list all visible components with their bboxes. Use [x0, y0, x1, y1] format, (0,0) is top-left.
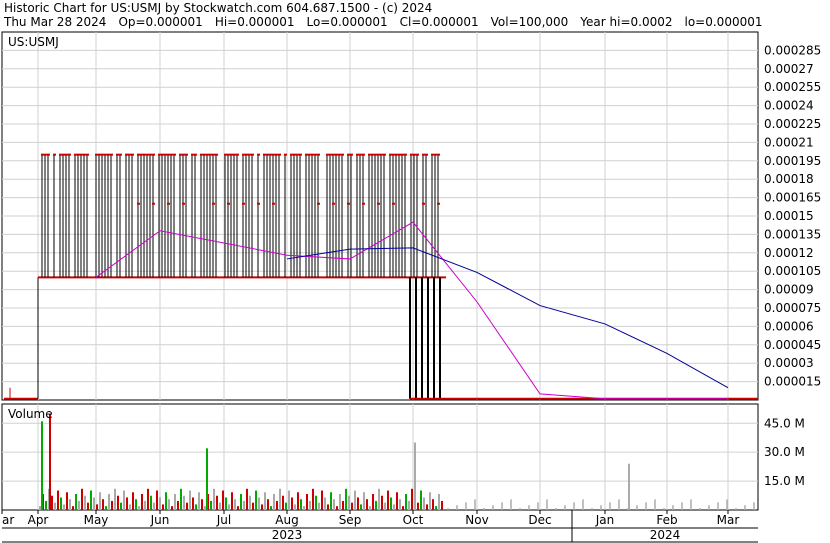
price-tick-label: 0.000135 [764, 227, 821, 241]
volume-tick-label: 15.0 M [764, 474, 805, 488]
price-tick-label: 0.000255 [764, 80, 821, 94]
price-tick-label: 0.000045 [764, 338, 821, 352]
volume-label: Volume [8, 407, 53, 421]
x-tick-label: Nov [465, 513, 488, 527]
x-tick-label: Dec [528, 513, 551, 527]
year-label: 2023 [272, 528, 303, 542]
x-tick-label: Aug [275, 513, 298, 527]
price-grid [2, 32, 758, 400]
price-tick-label: 0.000165 [764, 191, 821, 205]
price-tick-label: 0.00021 [764, 135, 814, 149]
price-tick-label: 0.000285 [764, 43, 821, 57]
x-tick-label: May [84, 513, 109, 527]
volume-tick-label: 30.0 M [764, 445, 805, 459]
x-tick-label: Jan [595, 513, 615, 527]
volume-tick-label: 45.0 M [764, 416, 805, 430]
x-tick-label: Oct [403, 513, 424, 527]
x-tick-label: Jul [216, 513, 231, 527]
price-tick-label: 0.000105 [764, 264, 821, 278]
x-tick-label: Mar [717, 513, 740, 527]
x-axis: ar Apr May Jun Jul Aug Sep Oct Nov Dec Jan Feb Mar 20… [1, 510, 758, 543]
price-tick-label: 0.000195 [764, 154, 821, 168]
x-tick-label: Apr [28, 513, 49, 527]
price-tick-label: 0.000075 [764, 301, 821, 315]
x-tick-label: Feb [656, 513, 677, 527]
symbol-label: US:USMJ [8, 35, 59, 49]
price-tick-label: 0.000015 [764, 375, 821, 389]
price-tick-label: 0.00012 [764, 246, 814, 260]
price-y-axis: 0.000015 0.00003 0.000045 0.00006 0.000075 0.… [764, 43, 821, 388]
x-tick-label: ar [2, 513, 14, 527]
price-tick-label: 0.00027 [764, 62, 814, 76]
x-tick-label: Sep [339, 513, 362, 527]
price-tick-label: 0.00024 [764, 99, 814, 113]
price-tick-label: 0.00018 [764, 172, 814, 186]
price-tick-label: 0.00003 [764, 356, 814, 370]
price-tick-label: 0.00006 [764, 319, 814, 333]
price-tick-label: 0.00015 [764, 209, 814, 223]
year-label: 2024 [650, 528, 681, 542]
price-tick-label: 0.000225 [764, 117, 821, 131]
x-tick-label: Jun [150, 513, 170, 527]
volume-y-axis: 15.0 M 30.0 M 45.0 M [764, 416, 805, 488]
stock-chart: 0.000015 0.00003 0.000045 0.00006 0.000075 0.… [1, 31, 821, 543]
price-tick-label: 0.00009 [764, 283, 814, 297]
